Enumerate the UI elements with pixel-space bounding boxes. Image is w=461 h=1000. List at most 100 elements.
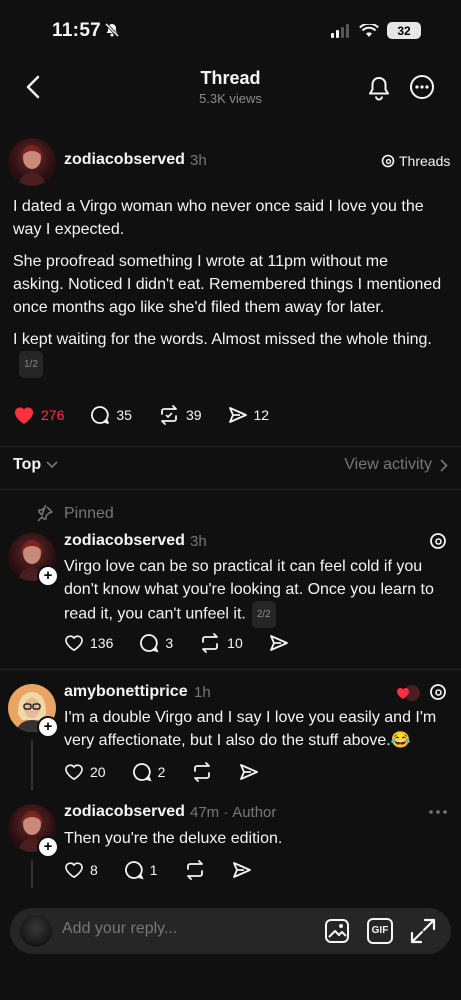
view-count: 5.3K views (199, 91, 262, 106)
repost-count: 10 (227, 635, 243, 651)
comment-time: 3h (190, 533, 207, 550)
post-actions: 276 35 39 12 (13, 405, 291, 425)
repost-button[interactable]: 10 (199, 633, 243, 653)
page-title: Thread (200, 68, 261, 88)
reply-count: 1 (149, 862, 158, 878)
like-button[interactable]: 136 (64, 634, 113, 652)
cellular-signal-icon (331, 23, 351, 38)
heart-icon (64, 763, 84, 781)
reply-button[interactable]: 35 (90, 405, 132, 425)
avatar[interactable] (8, 138, 56, 186)
follow-button[interactable]: + (37, 716, 59, 738)
send-icon (239, 762, 259, 782)
thread-line (31, 860, 33, 888)
author-badge: Author (232, 804, 277, 821)
reply-button[interactable]: 3 (139, 633, 173, 653)
pinned-label: Pinned (64, 505, 114, 522)
repost-icon (191, 762, 213, 782)
thread-pager: 1/2 (19, 351, 43, 378)
comment-username[interactable]: zodiacobserved (64, 532, 185, 550)
reply-count: 35 (116, 407, 132, 423)
bell-slash-icon (104, 22, 120, 38)
chevron-down-icon (46, 461, 58, 469)
share-count: 12 (253, 407, 270, 423)
comment-actions: 20 2 (64, 762, 281, 782)
repost-count: 39 (185, 407, 202, 423)
user-avatar (20, 915, 52, 947)
view-activity-label: View activity (344, 456, 432, 473)
post-username[interactable]: zodiacobserved (64, 151, 185, 169)
thread-pager: 2/2 (251, 601, 276, 628)
view-activity-link[interactable]: View activity (344, 456, 448, 474)
like-count: 136 (90, 635, 114, 651)
reply-count: 3 (165, 635, 174, 651)
liked-by-author-icon (395, 683, 421, 703)
post-paragraph: I dated a Virgo woman who never once sai… (13, 198, 424, 238)
like-button[interactable]: 20 (64, 763, 106, 781)
divider (0, 489, 461, 490)
heart-filled-icon (13, 405, 35, 425)
share-button[interactable] (239, 762, 259, 782)
like-button[interactable]: 276 (13, 405, 64, 425)
send-icon (228, 405, 248, 425)
chevron-right-icon (440, 458, 448, 472)
comment-time: 47m (190, 804, 220, 821)
comment-icon (90, 405, 110, 425)
repost-button[interactable]: 39 (158, 405, 202, 425)
expand-icon[interactable] (409, 917, 437, 945)
comment-actions: 136 3 10 (64, 633, 311, 653)
divider (0, 669, 461, 670)
reply-button[interactable]: 2 (132, 762, 166, 782)
repost-icon (184, 860, 206, 880)
repost-icon (158, 405, 180, 425)
comment-actions: 8 1 (64, 860, 274, 880)
comment-time: 1h (194, 684, 211, 701)
repost-button[interactable] (184, 860, 206, 880)
notification-bell-icon[interactable] (367, 75, 391, 101)
share-button[interactable]: 12 (228, 405, 270, 425)
post-paragraph: She proofread something I wrote at 11pm … (13, 253, 442, 316)
heart-icon (64, 634, 84, 652)
more-options-icon[interactable] (409, 74, 435, 100)
reply-input[interactable]: Add your reply... (62, 920, 177, 938)
like-button[interactable]: 8 (64, 861, 98, 879)
separator-dot: · (223, 804, 229, 821)
repost-button[interactable] (191, 762, 213, 782)
sort-dropdown[interactable]: Top (13, 456, 58, 474)
gif-button[interactable]: GIF (367, 918, 393, 944)
comment-icon (132, 762, 152, 782)
comment-text: Then you're the deluxe edition. (64, 830, 283, 847)
threads-source-link[interactable]: Threads (381, 153, 450, 169)
follow-button[interactable]: + (37, 836, 59, 858)
share-button[interactable] (269, 633, 289, 653)
threads-logo-icon (381, 154, 395, 168)
wifi-icon (359, 23, 379, 38)
pin-icon (36, 505, 54, 523)
post-time: 3h (190, 152, 207, 169)
thread-line (31, 740, 33, 790)
comment-username[interactable]: zodiacobserved (64, 803, 185, 821)
status-time: 11:57 (52, 20, 102, 41)
like-count: 8 (90, 862, 98, 878)
comment-username[interactable]: amybonettiprice (64, 683, 188, 701)
comment-icon (139, 633, 159, 653)
threads-logo-icon[interactable] (429, 532, 447, 550)
battery-indicator: 32 (387, 22, 421, 39)
share-button[interactable] (232, 860, 252, 880)
heart-icon (64, 861, 84, 879)
threads-logo-icon[interactable] (429, 683, 447, 701)
image-picker-icon[interactable] (324, 918, 350, 944)
like-count: 20 (90, 764, 106, 780)
divider (0, 446, 461, 447)
comment-text: Virgo love can be so practical it can fe… (64, 558, 434, 623)
comment-text: I'm a double Virgo and I say I love you … (64, 709, 437, 749)
post-paragraph: I kept waiting for the words. Almost mis… (13, 331, 432, 348)
repost-icon (199, 633, 221, 653)
source-label: Threads (399, 153, 451, 169)
more-options-icon[interactable] (428, 804, 448, 820)
send-icon (232, 860, 252, 880)
like-count: 276 (41, 407, 65, 423)
reply-button[interactable]: 1 (124, 860, 158, 880)
follow-button[interactable]: + (37, 565, 59, 587)
reply-count: 2 (157, 764, 166, 780)
